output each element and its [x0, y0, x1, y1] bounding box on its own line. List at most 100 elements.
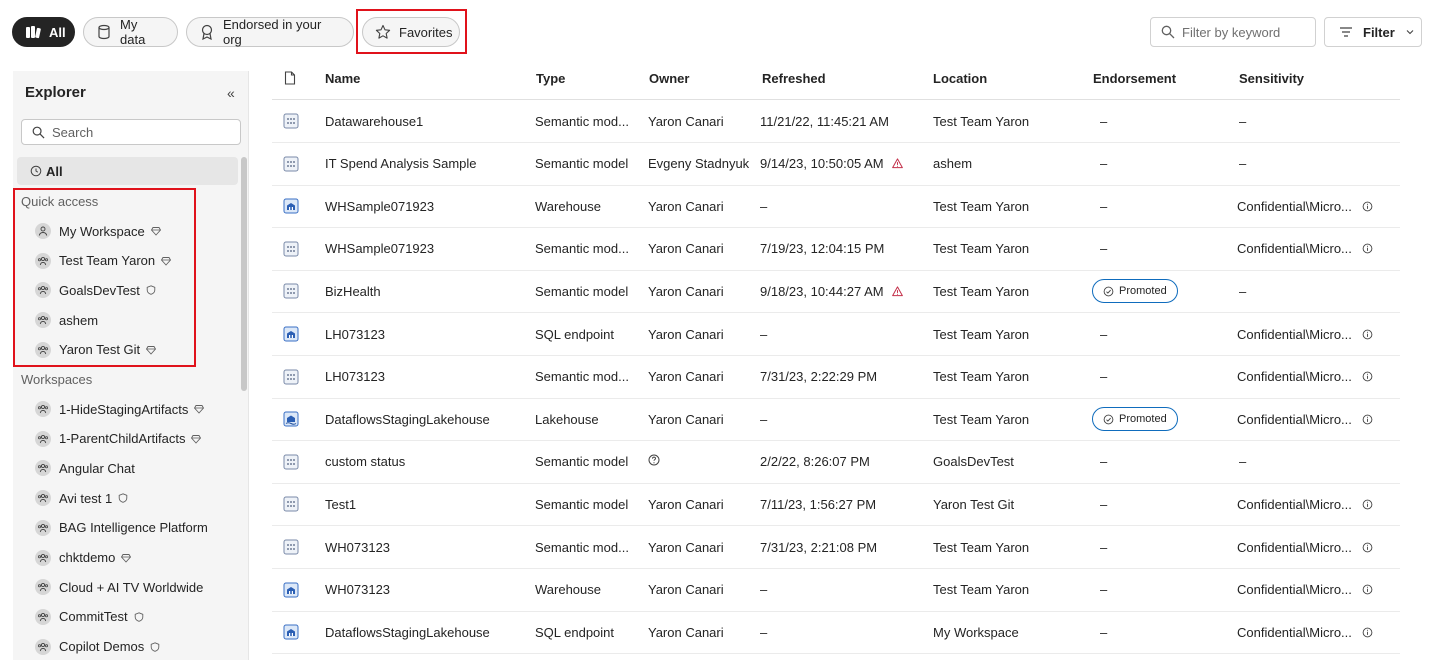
sidebar-scrollbar[interactable]	[241, 157, 247, 391]
column-header-owner[interactable]: Owner	[649, 57, 689, 99]
sidebar-item-workspace[interactable]: CommitTest	[35, 606, 144, 628]
item-name[interactable]: LH073123	[325, 356, 525, 398]
table-row[interactable]: LH073123 Semantic mod... Yaron Canari 7/31/…	[272, 356, 1400, 399]
item-location[interactable]: Test Team Yaron	[933, 100, 1088, 142]
sidebar-item-quick-access[interactable]: Test Team Yaron	[35, 250, 172, 272]
sensitivity-text: Confidential\Micro...	[1237, 411, 1352, 427]
item-name[interactable]: custom status	[325, 441, 525, 483]
warning-icon[interactable]	[891, 286, 903, 297]
filter-button[interactable]: Filter	[1324, 17, 1422, 47]
item-name[interactable]: DataflowsStagingLakehouse	[325, 611, 525, 653]
table-row[interactable]: WHSample071923 Warehouse Yaron Canari – Test…	[272, 185, 1400, 229]
info-icon[interactable]	[1362, 329, 1373, 340]
item-location[interactable]: My Workspace	[933, 611, 1088, 653]
sidebar-item-quick-access[interactable]: GoalsDevTest	[35, 279, 156, 301]
pill-favorites[interactable]: Favorites	[362, 17, 460, 47]
item-type: Semantic model	[535, 283, 629, 299]
premium-capacity-icon	[146, 345, 157, 355]
item-location[interactable]: Test Team Yaron	[933, 526, 1088, 568]
sidebar-item-workspace[interactable]: chktdemo	[35, 547, 132, 569]
collapse-icon[interactable]: «	[227, 85, 235, 101]
table-row[interactable]: IT Spend Analysis Sample Semantic model Ev…	[272, 143, 1400, 186]
sidebar-item-workspace[interactable]: Copilot Demos	[35, 636, 160, 658]
table-row[interactable]: WH073123 Semantic mod... Yaron Canari 7/31/…	[272, 526, 1400, 569]
item-location[interactable]: Test Team Yaron	[933, 398, 1088, 440]
item-type: Semantic mod...	[535, 241, 629, 257]
table-row[interactable]: DataflowsStagingLakehouse Lakehouse Yaron …	[272, 398, 1400, 442]
sidebar-item-workspace[interactable]: Angular Chat	[35, 457, 135, 479]
refreshed-text: –	[760, 582, 768, 598]
item-name[interactable]: BizHealth	[325, 270, 525, 312]
item-endorsement: –	[1092, 569, 1232, 611]
sensitivity-text: Confidential\Micro...	[1237, 582, 1352, 598]
table-row[interactable]: LH073123 SQL endpoint Yaron Canari – Test Te…	[272, 313, 1400, 356]
sidebar-item-workspace[interactable]: Cloud + AI TV Worldwide	[35, 576, 203, 598]
item-name[interactable]: WHSample071923	[325, 185, 525, 227]
sensitivity-text: Confidential\Micro...	[1237, 624, 1352, 640]
sidebar-item-quick-access[interactable]: Yaron Test Git	[35, 339, 157, 361]
search-icon	[32, 126, 45, 139]
info-icon[interactable]	[1362, 201, 1373, 212]
info-icon[interactable]	[1362, 243, 1373, 254]
item-name[interactable]: WH073123	[325, 569, 525, 611]
sidebar-item-workspace[interactable]: Avi test 1	[35, 487, 128, 509]
sidebar-item-quick-access[interactable]: ashem	[35, 309, 98, 331]
info-icon[interactable]	[1362, 499, 1373, 510]
item-name[interactable]: LH073123	[325, 313, 525, 355]
keyword-filter-placeholder: Filter by keyword	[1182, 24, 1281, 40]
item-type: SQL endpoint	[535, 326, 615, 342]
table-row[interactable]: WH073123 Warehouse Yaron Canari – Test Team …	[272, 569, 1400, 612]
item-owner: Yaron Canari	[648, 411, 724, 427]
info-icon[interactable]	[1362, 542, 1373, 553]
column-header-type[interactable]: Type	[536, 57, 565, 99]
table-row[interactable]: Test1 Semantic model Yaron Canari 7/11/23, …	[272, 483, 1400, 527]
item-name[interactable]: Test1	[325, 483, 525, 525]
table-row[interactable]: WHSample071923 Semantic mod... Yaron Canar…	[272, 228, 1400, 271]
item-location[interactable]: Test Team Yaron	[933, 313, 1088, 355]
item-name[interactable]: DataflowsStagingLakehouse	[325, 398, 525, 440]
item-location[interactable]: Test Team Yaron	[933, 185, 1088, 227]
item-name[interactable]: IT Spend Analysis Sample	[325, 143, 525, 185]
sidebar-item-workspace[interactable]: 1-ParentChildArtifacts	[35, 428, 202, 450]
item-name[interactable]: WHSample071923	[325, 228, 525, 270]
item-location[interactable]: Test Team Yaron	[933, 228, 1088, 270]
pill-all[interactable]: All	[12, 17, 75, 47]
info-icon[interactable]	[1362, 584, 1373, 595]
explorer-all-item[interactable]: All	[17, 157, 238, 185]
sidebar-item-workspace[interactable]: 1-HideStagingArtifacts	[35, 398, 205, 420]
item-location[interactable]: Yaron Test Git	[933, 483, 1088, 525]
explorer-search-input[interactable]: Search	[21, 119, 241, 145]
pill-endorsed[interactable]: Endorsed in your org	[186, 17, 354, 47]
item-name[interactable]: Datawarehouse1	[325, 100, 525, 142]
info-icon[interactable]	[1362, 414, 1373, 425]
warning-icon[interactable]	[891, 158, 903, 169]
column-header-sensitivity[interactable]: Sensitivity	[1239, 57, 1304, 99]
sensitivity-text: Confidential\Micro...	[1237, 539, 1352, 555]
info-icon[interactable]	[1362, 371, 1373, 382]
column-header-location[interactable]: Location	[933, 57, 987, 99]
pill-my-data[interactable]: My data	[83, 17, 178, 47]
info-icon[interactable]	[1362, 627, 1373, 638]
table-row[interactable]: Datawarehouse1 Semantic mod... Yaron Canar…	[272, 100, 1400, 143]
sidebar-item-workspace[interactable]: BAG Intelligence Platform	[35, 517, 208, 539]
refreshed-text: –	[760, 624, 768, 640]
item-location[interactable]: Test Team Yaron	[933, 569, 1088, 611]
column-header-refreshed[interactable]: Refreshed	[762, 57, 826, 99]
column-header-name[interactable]: Name	[325, 57, 360, 99]
item-location[interactable]: ashem	[933, 143, 1088, 185]
keyword-filter-input[interactable]: Filter by keyword	[1150, 17, 1316, 47]
item-location[interactable]: Test Team Yaron	[933, 270, 1088, 312]
sidebar-item-quick-access[interactable]: My Workspace	[35, 220, 161, 242]
column-header-endorsement[interactable]: Endorsement	[1093, 57, 1176, 99]
sidebar-item-label: Cloud + AI TV Worldwide	[59, 579, 204, 595]
unknown-owner-icon	[648, 454, 664, 470]
item-location[interactable]: Test Team Yaron	[933, 356, 1088, 398]
item-type: Semantic mod...	[535, 539, 629, 555]
table-row[interactable]: BizHealth Semantic model Yaron Canari 9/18/…	[272, 270, 1400, 314]
table-row[interactable]: custom status Semantic model 2/2/22, 8:26:…	[272, 441, 1400, 484]
search-icon	[1161, 25, 1175, 39]
item-owner: Yaron Canari	[648, 113, 724, 129]
item-name[interactable]: WH073123	[325, 526, 525, 568]
table-row[interactable]: DataflowsStagingLakehouse SQL endpoint Yar…	[272, 611, 1400, 655]
item-location[interactable]: GoalsDevTest	[933, 441, 1088, 483]
